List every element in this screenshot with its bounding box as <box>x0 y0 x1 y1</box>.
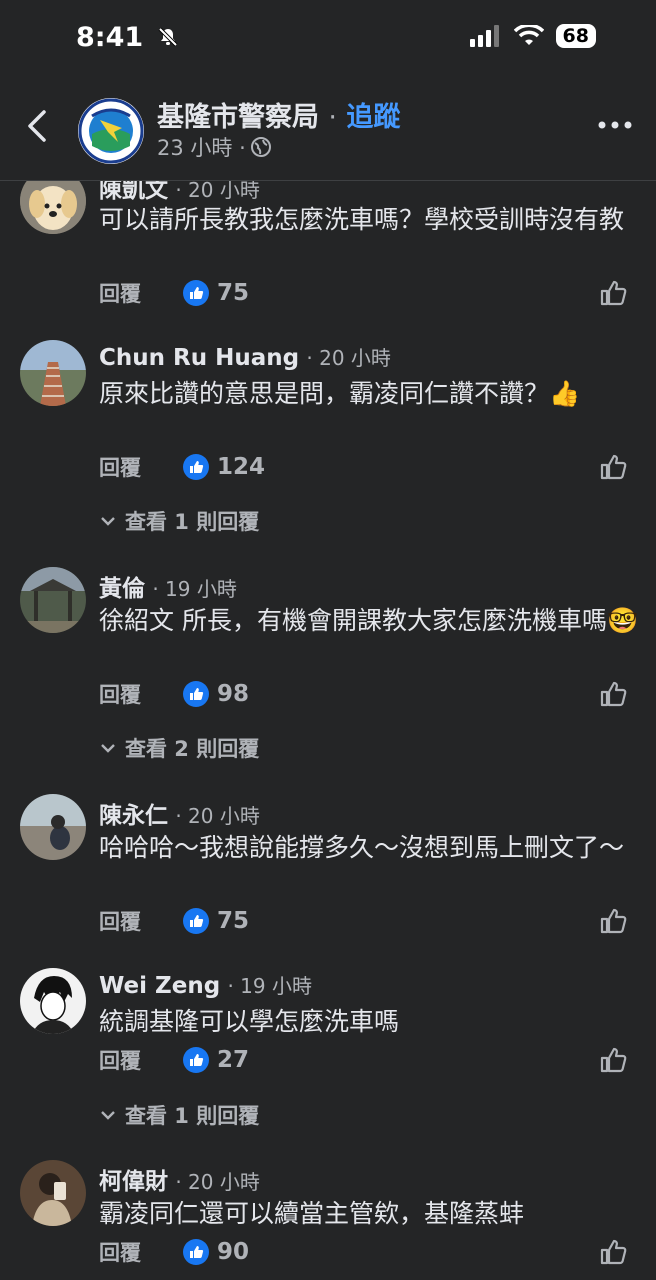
thumbs-up-icon[interactable] <box>599 278 629 308</box>
like-count: 98 <box>183 681 249 707</box>
wifi-icon <box>513 25 544 45</box>
view-replies-link[interactable]: 查看 1 則回覆 <box>99 1100 259 1130</box>
reply-button[interactable]: 回覆 <box>99 906 183 936</box>
page-avatar[interactable] <box>78 98 144 164</box>
comment-text: 統調基隆可以學怎麼洗車嗎 <box>99 1007 400 1036</box>
comment-item: 柯偉財 · 20 小時 霸凌同仁還可以續當主管欸，基隆蒸蚌 回覆 90 <box>0 1160 656 1280</box>
like-count: 124 <box>183 454 265 480</box>
reply-button[interactable]: 回覆 <box>99 1237 183 1267</box>
status-time: 8:41 <box>76 22 179 53</box>
like-count: 75 <box>183 908 249 934</box>
reply-button[interactable]: 回覆 <box>99 278 183 308</box>
comment-text: 哈哈哈～我想說能撐多久～沒想到馬上刪文了～ <box>99 833 625 862</box>
comment-text: 霸凌同仁還可以續當主管欸，基隆蒸蚌 <box>99 1199 525 1228</box>
thumbs-up-icon[interactable] <box>599 679 629 709</box>
comment-text: 徐紹文 所長，有機會開課教大家怎麼洗機車嗎🤓 <box>99 606 639 635</box>
police-logo-icon <box>78 98 144 164</box>
like-count: 90 <box>183 1239 249 1265</box>
avatar[interactable] <box>20 1160 86 1226</box>
like-badge-icon <box>183 454 209 480</box>
post-header: 基隆市警察局 · 追蹤 23 小時 · <box>0 80 656 181</box>
chevron-down-icon <box>101 744 115 753</box>
commenter-name[interactable]: 黃倫 <box>99 576 145 602</box>
comment-item: Chun Ru Huang · 20 小時 原來比讚的意思是問，霸凌同仁讚不讚？… <box>0 340 656 540</box>
like-count: 27 <box>183 1047 249 1073</box>
avatar[interactable] <box>20 567 86 633</box>
header-dot: · <box>328 102 337 133</box>
reply-button[interactable]: 回覆 <box>99 452 183 482</box>
thumbs-up-icon[interactable] <box>599 452 629 482</box>
signal-icon <box>469 25 499 47</box>
commenter-name[interactable]: 陳永仁 <box>99 803 168 829</box>
avatar[interactable] <box>20 968 86 1034</box>
commenter-name[interactable]: 柯偉財 <box>99 1169 168 1195</box>
avatar[interactable] <box>20 340 86 406</box>
post-time: 23 小時 · <box>157 136 246 160</box>
chevron-down-icon <box>101 517 115 526</box>
beach-photo-icon <box>20 794 86 860</box>
manga-avatar-icon <box>20 968 86 1034</box>
thumbs-up-icon[interactable] <box>599 1045 629 1075</box>
comment-text: 可以請所長教我怎麼洗車嗎？學校受訓時沒有教 <box>99 205 625 234</box>
like-badge-icon <box>183 280 209 306</box>
comment-time: · 20 小時 <box>306 346 391 370</box>
comment-time: · 20 小時 <box>175 1170 260 1194</box>
chevron-down-icon <box>101 1111 115 1120</box>
like-badge-icon <box>183 1047 209 1073</box>
comment-time: · 19 小時 <box>152 577 237 601</box>
commenter-name[interactable]: Wei Zeng <box>99 973 220 999</box>
comment-item: Wei Zeng · 19 小時 統調基隆可以學怎麼洗車嗎 回覆 27 查看 1… <box>0 968 656 1138</box>
comment-time: · 20 小時 <box>175 804 260 828</box>
silent-bell-icon <box>158 27 177 47</box>
post-meta: 23 小時 · <box>157 132 272 162</box>
comment-time: · 20 小時 <box>175 178 260 202</box>
comment-item: 陳凱文 · 20 小時 可以請所長教我怎麼洗車嗎？學校受訓時沒有教 回覆 75 <box>0 160 656 320</box>
comment-time: · 19 小時 <box>227 974 312 998</box>
comment-item: 陳永仁 · 20 小時 哈哈哈～我想說能撐多久～沒想到馬上刪文了～ 回覆 75 <box>0 794 656 944</box>
like-count: 75 <box>183 280 249 306</box>
thumbs-up-icon[interactable] <box>599 1237 629 1267</box>
reply-button[interactable]: 回覆 <box>99 1045 183 1075</box>
back-chevron-icon[interactable] <box>22 106 52 146</box>
comment-item: 黃倫 · 19 小時 徐紹文 所長，有機會開課教大家怎麼洗機車嗎🤓 回覆 98 … <box>0 567 656 767</box>
like-badge-icon <box>183 681 209 707</box>
thumbs-up-icon[interactable] <box>599 906 629 936</box>
comment-text: 原來比讚的意思是問，霸凌同仁讚不讚？👍 <box>99 379 581 408</box>
follow-button[interactable]: 追蹤 <box>346 102 400 133</box>
stairs-photo-icon <box>20 340 86 406</box>
status-indicators: 68 <box>469 24 596 48</box>
view-replies-link[interactable]: 查看 2 則回覆 <box>99 733 259 763</box>
more-icon[interactable] <box>598 118 632 132</box>
reply-button[interactable]: 回覆 <box>99 679 183 709</box>
like-badge-icon <box>183 1239 209 1265</box>
view-replies-link[interactable]: 查看 1 則回覆 <box>99 506 259 536</box>
globe-icon <box>250 137 271 157</box>
pavilion-photo-icon <box>20 567 86 633</box>
avatar[interactable] <box>20 794 86 860</box>
mirror-selfie-icon <box>20 1160 86 1226</box>
status-bar: 8:41 68 <box>0 0 656 80</box>
commenter-name[interactable]: Chun Ru Huang <box>99 345 299 371</box>
battery-indicator: 68 <box>555 24 596 48</box>
like-badge-icon <box>183 908 209 934</box>
page-name[interactable]: 基隆市警察局 <box>157 102 319 133</box>
